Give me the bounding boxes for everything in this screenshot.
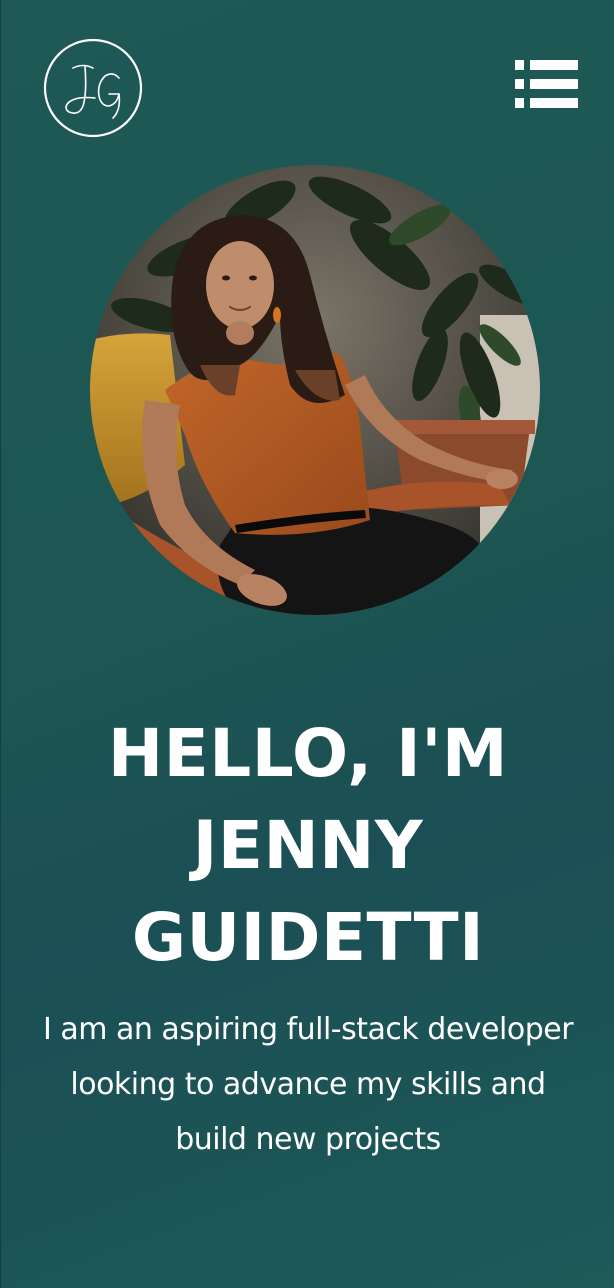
hero-tagline: I am an aspiring full-stack developer lo… bbox=[42, 1012, 574, 1157]
monogram-logo-icon bbox=[43, 38, 143, 138]
heading-line-2: JENNY bbox=[192, 807, 424, 884]
hero-heading: HELLO, I'M JENNY GUIDETTI bbox=[1, 708, 614, 984]
jg-monogram-logo[interactable] bbox=[43, 38, 143, 138]
heading-line-1: HELLO, I'M bbox=[107, 715, 509, 792]
profile-photo bbox=[90, 165, 540, 615]
list-menu-icon bbox=[515, 60, 578, 108]
menu-button[interactable] bbox=[515, 60, 581, 112]
heading-line-3: GUIDETTI bbox=[131, 899, 485, 976]
